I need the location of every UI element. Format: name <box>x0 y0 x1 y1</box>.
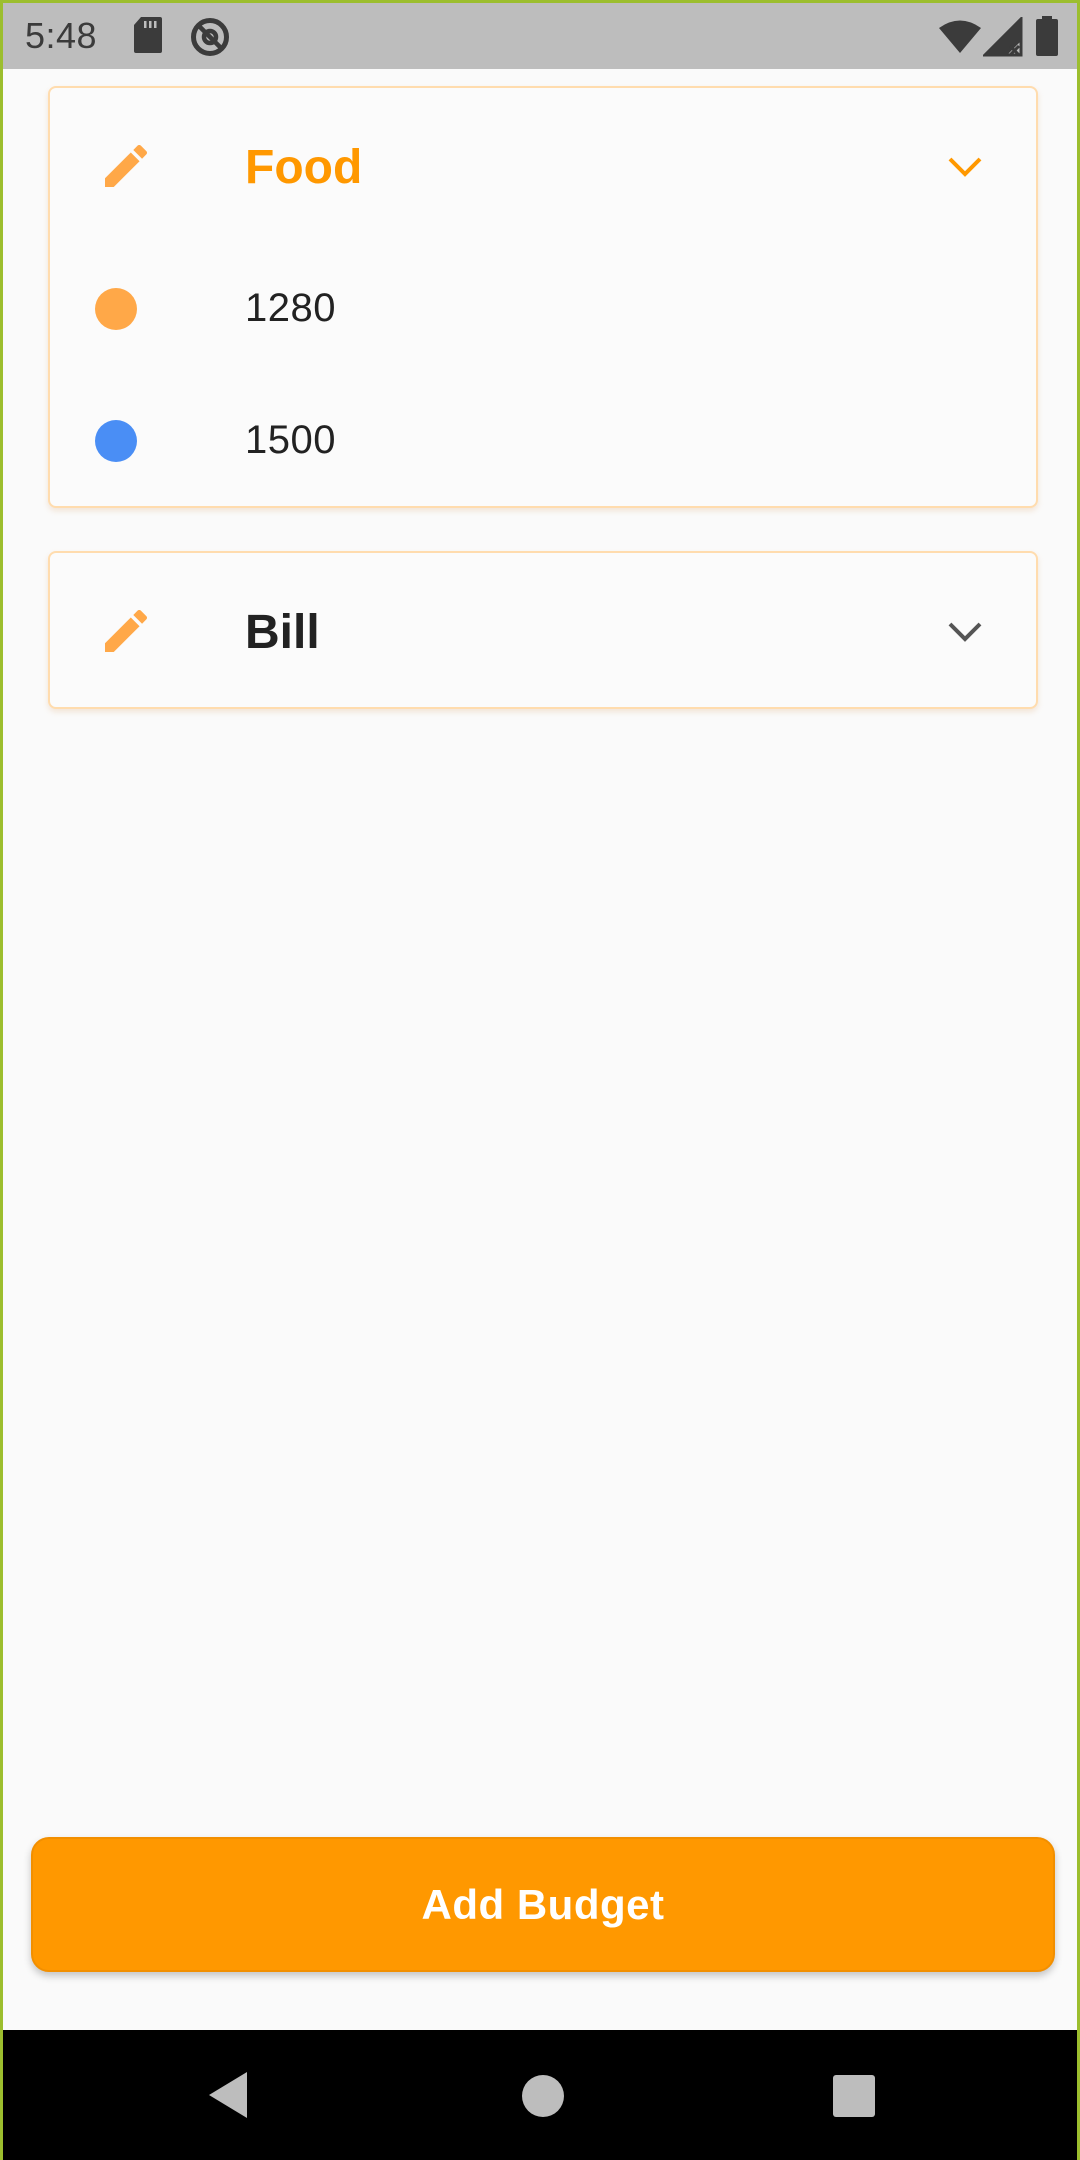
budget-card-food: Food 1280 1500 <box>48 86 1038 508</box>
at-sign-icon <box>191 18 229 56</box>
legend-dot-orange <box>95 288 137 330</box>
home-icon[interactable] <box>521 2074 565 2118</box>
app-screen: 5:48 Food 1280 1500 Bill Add Budget <box>0 0 1080 2160</box>
status-bar: 5:48 <box>3 3 1077 69</box>
sd-card-icon <box>134 17 162 53</box>
add-budget-label: Add Budget <box>421 1880 665 1928</box>
status-time: 5:48 <box>25 15 98 56</box>
category-title-bill[interactable]: Bill <box>245 605 320 660</box>
signal-icon <box>983 17 1023 57</box>
budget-value: 1280 <box>245 286 336 330</box>
category-title-food[interactable]: Food <box>245 140 362 195</box>
legend-dot-blue <box>95 420 137 462</box>
edit-pencil-icon[interactable] <box>98 138 154 194</box>
budget-card-bill[interactable]: Bill <box>48 551 1038 709</box>
collapse-chevron-icon[interactable] <box>945 151 985 181</box>
back-icon[interactable] <box>207 2070 251 2120</box>
expand-chevron-icon[interactable] <box>945 616 985 646</box>
recents-icon[interactable] <box>832 2074 876 2118</box>
battery-icon <box>1036 16 1058 56</box>
add-budget-button[interactable]: Add Budget <box>31 1837 1055 1972</box>
edit-pencil-icon[interactable] <box>98 603 154 659</box>
navigation-bar <box>3 2030 1077 2160</box>
budget-value: 1500 <box>245 418 336 462</box>
wifi-icon <box>939 20 981 53</box>
